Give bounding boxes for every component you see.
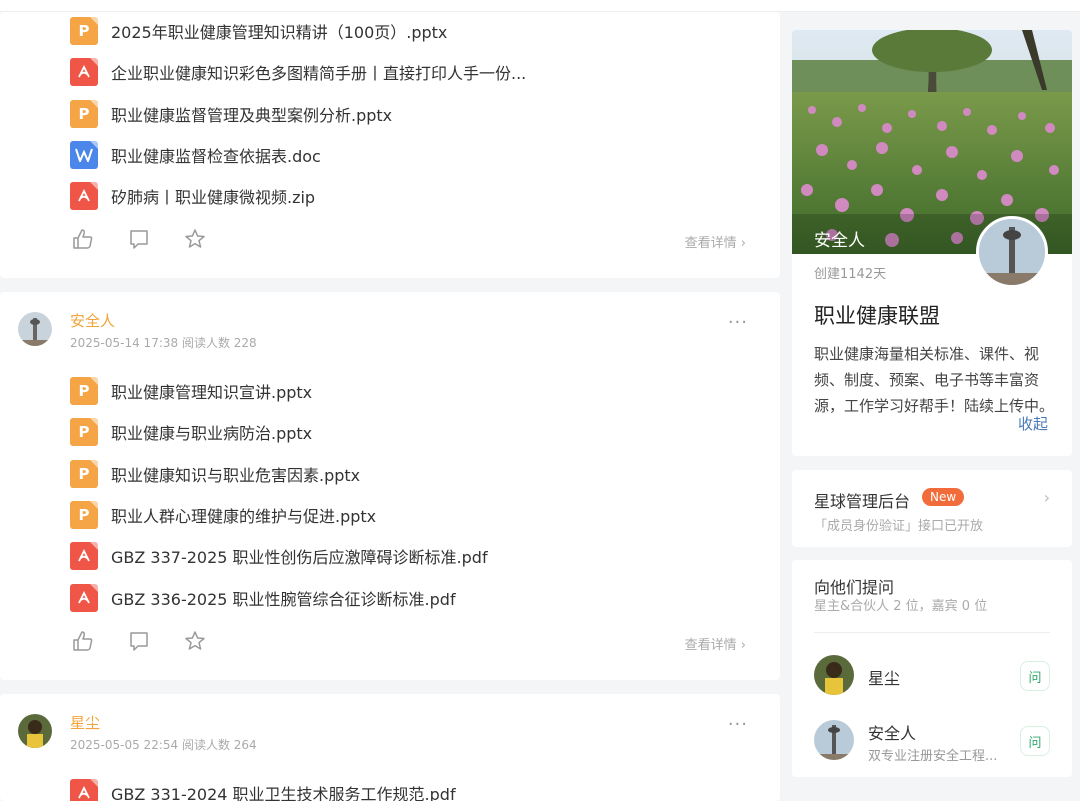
author-name[interactable]: 安全人	[70, 312, 257, 330]
file-item[interactable]: P 职业健康与职业病防治.pptx	[70, 417, 312, 447]
avatar[interactable]	[18, 312, 52, 346]
file-name: 职业健康管理知识宣讲.pptx	[111, 383, 313, 402]
file-name: 职业健康知识与职业危害因素.pptx	[111, 466, 361, 485]
post-author: 星尘 2025-05-05 22:54 阅读人数 264	[18, 714, 257, 753]
file-name: 职业健康监督检查依据表.doc	[111, 147, 321, 166]
file-item[interactable]: P 职业健康管理知识宣讲.pptx	[70, 376, 312, 406]
pptx-file-icon: P	[70, 460, 98, 488]
pdf-file-icon	[70, 58, 98, 86]
pptx-file-icon: P	[70, 501, 98, 529]
file-name: 职业健康监督管理及典型案例分析.pptx	[111, 106, 393, 125]
star-icon[interactable]	[184, 228, 206, 250]
comment-icon[interactable]	[128, 630, 150, 652]
file-name: 矽肺病丨职业健康微视频.zip	[111, 188, 316, 207]
admin-title: 星球管理后台	[814, 492, 911, 511]
post-meta: 2025-05-05 22:54 阅读人数 264	[70, 738, 257, 752]
file-name: 职业人群心理健康的维护与促进.pptx	[111, 507, 377, 526]
ask-person-row[interactable]: 星尘 问	[792, 655, 1072, 697]
file-item[interactable]: 企业职业健康知识彩色多图精简手册丨直接打印人手一份...	[70, 57, 526, 87]
person-name: 星尘	[868, 669, 901, 688]
file-item[interactable]: P 职业健康监督管理及典型案例分析.pptx	[70, 99, 392, 129]
post-actions	[72, 630, 206, 652]
admin-subtitle: 「成员身份验证」接口已开放	[814, 519, 984, 534]
file-item[interactable]: GBZ 336-2025 职业性腕管综合征诊断标准.pdf	[70, 583, 456, 613]
pptx-file-icon: P	[70, 17, 98, 45]
like-icon[interactable]	[72, 228, 94, 250]
file-item[interactable]: P 职业健康知识与职业危害因素.pptx	[70, 459, 360, 489]
file-item[interactable]: GBZ 331-2024 职业卫生技术服务工作规范.pdf	[70, 778, 456, 801]
post-card-1: P 2025年职业健康管理知识精讲（100页）.pptx 企业职业健康知识彩色多…	[0, 12, 780, 278]
group-created-days: 创建1142天	[814, 267, 887, 282]
file-name: GBZ 331-2024 职业卫生技术服务工作规范.pdf	[111, 785, 456, 801]
post-author: 安全人 2025-05-14 17:38 阅读人数 228	[18, 312, 257, 351]
ask-button[interactable]: 问	[1020, 726, 1050, 756]
file-name: 职业健康与职业病防治.pptx	[111, 424, 313, 443]
view-detail-link[interactable]: 查看详情 ›	[685, 232, 746, 251]
group-title: 职业健康联盟	[814, 304, 940, 328]
pdf-file-icon	[70, 542, 98, 570]
avatar	[814, 655, 854, 695]
pptx-file-icon: P	[70, 100, 98, 128]
more-options-icon[interactable]: ···	[728, 714, 748, 735]
file-item[interactable]: P 2025年职业健康管理知识精讲（100页）.pptx	[70, 16, 447, 46]
ask-button[interactable]: 问	[1020, 661, 1050, 691]
post-card-2: 安全人 2025-05-14 17:38 阅读人数 228 ··· P 职业健康…	[0, 292, 780, 680]
chevron-right-icon: ›	[1043, 488, 1050, 507]
collapse-link[interactable]: 收起	[1018, 413, 1048, 434]
file-item[interactable]: 矽肺病丨职业健康微视频.zip	[70, 181, 315, 211]
comment-icon[interactable]	[128, 228, 150, 250]
group-description: 职业健康海量相关标准、课件、视频、制度、预案、电子书等丰富资源，工作学习好帮手！…	[814, 345, 1055, 415]
post-meta: 2025-05-14 17:38 阅读人数 228	[70, 336, 257, 350]
admin-panel-card[interactable]: 星球管理后台 New 「成员身份验证」接口已开放 ›	[792, 470, 1072, 547]
pdf-file-icon	[70, 779, 98, 801]
post-actions	[72, 228, 206, 250]
group-owner-avatar[interactable]	[976, 216, 1048, 288]
file-name: GBZ 336-2025 职业性腕管综合征诊断标准.pdf	[111, 590, 456, 609]
file-name: 2025年职业健康管理知识精讲（100页）.pptx	[111, 23, 448, 42]
ask-person-row[interactable]: 安全人 双专业注册安全工程... 问	[792, 720, 1072, 764]
file-item[interactable]: 职业健康监督检查依据表.doc	[70, 140, 321, 170]
file-name: GBZ 337-2025 职业性创伤后应激障碍诊断标准.pdf	[111, 548, 488, 567]
pptx-file-icon: P	[70, 418, 98, 446]
pptx-file-icon: P	[70, 377, 98, 405]
author-name[interactable]: 星尘	[70, 714, 257, 732]
avatar[interactable]	[18, 714, 52, 748]
pdf-file-icon	[70, 584, 98, 612]
person-description: 双专业注册安全工程...	[868, 749, 998, 764]
ask-them-card: 向他们提问 星主&合伙人 2 位，嘉宾 0 位 星尘 问 安全人 双专业注册安全…	[792, 560, 1072, 777]
more-options-icon[interactable]: ···	[728, 312, 748, 333]
pdf-file-icon	[70, 182, 98, 210]
view-detail-link[interactable]: 查看详情 ›	[685, 634, 746, 653]
file-item[interactable]: GBZ 337-2025 职业性创伤后应激障碍诊断标准.pdf	[70, 541, 488, 571]
file-item[interactable]: P 职业人群心理健康的维护与促进.pptx	[70, 500, 376, 530]
avatar	[814, 720, 854, 760]
person-name: 安全人	[868, 724, 917, 743]
ask-subtitle: 星主&合伙人 2 位，嘉宾 0 位	[814, 599, 988, 614]
group-owner-name: 安全人	[814, 231, 865, 251]
post-card-3: 星尘 2025-05-05 22:54 阅读人数 264 ··· GBZ 331…	[0, 694, 780, 801]
group-info-card: 安全人 创建1142天 职业健康联盟 职业健康海量相关标准、课件、视频、制度、预…	[792, 30, 1072, 456]
top-bar	[0, 0, 1080, 12]
new-badge: New	[922, 488, 965, 506]
like-icon[interactable]	[72, 630, 94, 652]
doc-file-icon	[70, 141, 98, 169]
star-icon[interactable]	[184, 630, 206, 652]
divider	[814, 632, 1050, 633]
file-name: 企业职业健康知识彩色多图精简手册丨直接打印人手一份...	[111, 64, 527, 83]
